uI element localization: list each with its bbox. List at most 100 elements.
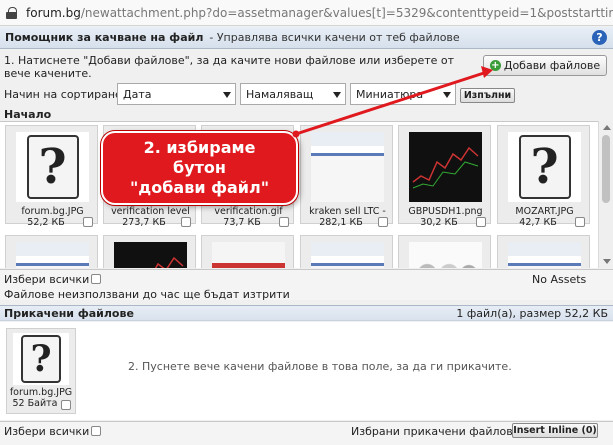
attached-file-checkbox[interactable] [61,400,71,410]
asset-thumbnail [409,132,482,202]
asset-tile[interactable]: ? forum.bg.JPG 52,2 КБ [5,125,98,228]
question-mark-icon: ? [518,135,571,199]
url-path: /newattachment.php?do=assetmanager&value… [80,5,613,20]
lock-icon [6,6,17,19]
asset-tile[interactable] [497,235,590,268]
callout-line-3: "добави файл" [129,178,270,197]
selected-attachments-label: Избрани прикачени файлове: [351,425,524,438]
unused-files-notice: Файлове неизползвани до час ще бъдат изт… [4,288,290,301]
screenshot-red-image [212,242,285,268]
asset-file-size: 282,1 КБ [319,217,363,228]
asset-checkbox[interactable] [83,217,93,227]
asset-tile[interactable]: GBPUSDH1.png 30,2 КБ [398,125,491,228]
asset-tile[interactable] [300,235,393,268]
screenshot-light-image [508,242,581,268]
asset-checkbox[interactable] [378,217,388,227]
sort-order-value: Намаляващ [246,87,314,101]
asset-thumbnail [409,242,482,268]
asset-tile[interactable]: ? MOZART.JPG 42,7 КБ [497,125,590,228]
asset-checkbox[interactable] [181,217,191,227]
instructions-text: 1. Натиснете "Добави файлове", за да кач… [4,54,455,80]
attached-file-size: 52 Байта [12,398,58,409]
asset-checkbox[interactable] [476,217,486,227]
attached-files-header: Прикачени файлове 1 файл(а), размер 52,2… [0,305,613,321]
url-host: forum.bg [26,5,81,20]
asset-file-size: 273,7 КБ [122,217,166,228]
attached-files-summary: 1 файл(а), размер 52,2 КБ [456,307,608,320]
asset-file-name: GBPUSDH1.png [408,206,483,217]
bottom-select-all-checkbox[interactable] [91,426,101,436]
asset-thumbnail [311,242,384,268]
asset-thumbnail [212,242,285,268]
attached-files-dropzone[interactable]: ? forum.bg.JPG 52 Байта 2. Пуснете вече … [0,322,613,420]
scrollbar-thumb[interactable] [602,135,610,203]
asset-tile[interactable]: kraken sell LTC -282,1 КБ [300,125,393,228]
view-mode-value: Миниатюра [356,87,424,101]
asset-file-size: 30,2 КБ [420,217,458,228]
url-text[interactable]: forum.bg/newattachment.php?do=assetmanag… [26,6,613,20]
scroll-up-icon[interactable] [603,125,611,130]
asset-thumbnail [114,242,187,268]
asset-thumbnail [508,242,581,268]
sort-label: Начин на сортиране: [4,88,126,101]
sort-toolbar: Начин на сортиране: Дата Намаляващ Миниа… [0,82,613,106]
asset-file-size: 42,7 КБ [519,217,557,228]
insert-inline-button[interactable]: Insert Inline (0) [512,423,598,438]
view-mode-select[interactable]: Миниатюра [350,83,456,105]
coins-image [409,242,482,268]
chevron-down-icon [333,92,341,98]
asset-checkbox[interactable] [575,217,585,227]
question-mark-icon: ? [21,335,61,383]
help-icon[interactable]: ? [592,30,607,45]
asset-footer: Избери всички No Assets Файлове неизполз… [0,269,613,301]
sort-field-value: Дата [123,87,152,101]
callout-line-2: бутон [173,158,226,177]
sort-field-select[interactable]: Дата [117,83,236,105]
asset-thumbnail: ? [508,132,581,202]
chart-dark-image [114,242,187,268]
add-files-label: Добави файлове [503,59,601,72]
scroll-down-icon[interactable] [603,259,611,264]
attached-files-title: Прикачени файлове [4,307,134,320]
asset-file-name: verification.gif [214,206,283,217]
callout-line-1: 2. избираме [143,138,256,157]
browser-url-bar[interactable]: forum.bg/newattachment.php?do=assetmanag… [0,0,613,26]
asset-tile[interactable] [398,235,491,268]
chevron-down-icon [443,92,451,98]
sort-order-select[interactable]: Намаляващ [240,83,346,105]
select-all-label: Избери всички [4,273,90,286]
attached-file-thumbnail: ? [13,333,69,385]
asset-checkbox[interactable] [279,217,289,227]
chart-dark-image [409,132,482,202]
attached-file-tile[interactable]: ? forum.bg.JPG 52 Байта [6,328,76,414]
dialog-title: Помощник за качване на файл [5,31,204,44]
bottom-toolbar: Избери всички Избрани прикачени файлове:… [0,421,613,445]
asset-file-name: kraken sell LTC - [309,206,386,217]
asset-file-size: 73,7 КБ [223,217,261,228]
asset-tile[interactable] [103,235,196,268]
asset-tile[interactable] [5,235,98,268]
screenshot-light-image [16,242,89,268]
add-files-button[interactable]: + Добави файлове [483,55,607,76]
asset-thumbnail: ? [16,132,89,202]
asset-file-name: verification level [111,206,190,217]
asset-grid-scrollbar[interactable] [598,121,613,268]
asset-tile[interactable] [201,235,294,268]
breadcrumb[interactable]: Начало [4,108,51,121]
no-assets-text: No Assets [532,273,587,286]
select-all-checkbox[interactable] [91,274,101,284]
asset-file-name: MOZART.JPG [515,206,574,217]
apply-sort-button[interactable]: Изпълни [460,88,515,103]
annotation-callout: 2. избираме бутон "добави файл" [101,131,298,205]
bottom-select-all-label: Избери всички [4,425,90,438]
dialog-subtitle: - Управлява всички качени от теб файлове [209,31,460,44]
question-mark-icon: ? [26,135,79,199]
attached-file-name: forum.bg.JPG [9,387,73,398]
asset-grid: ? forum.bg.JPG 52,2 КБ verification level 27… [0,121,598,268]
asset-file-name: forum.bg.JPG [21,206,84,217]
plus-icon: + [489,60,501,71]
dialog-header: Помощник за качване на файл - Управлява … [0,27,613,49]
asset-thumbnail [16,242,89,268]
dropzone-hint: 2. Пуснете вече качени файлове в това по… [128,360,512,373]
screenshot-light-image [311,242,384,268]
